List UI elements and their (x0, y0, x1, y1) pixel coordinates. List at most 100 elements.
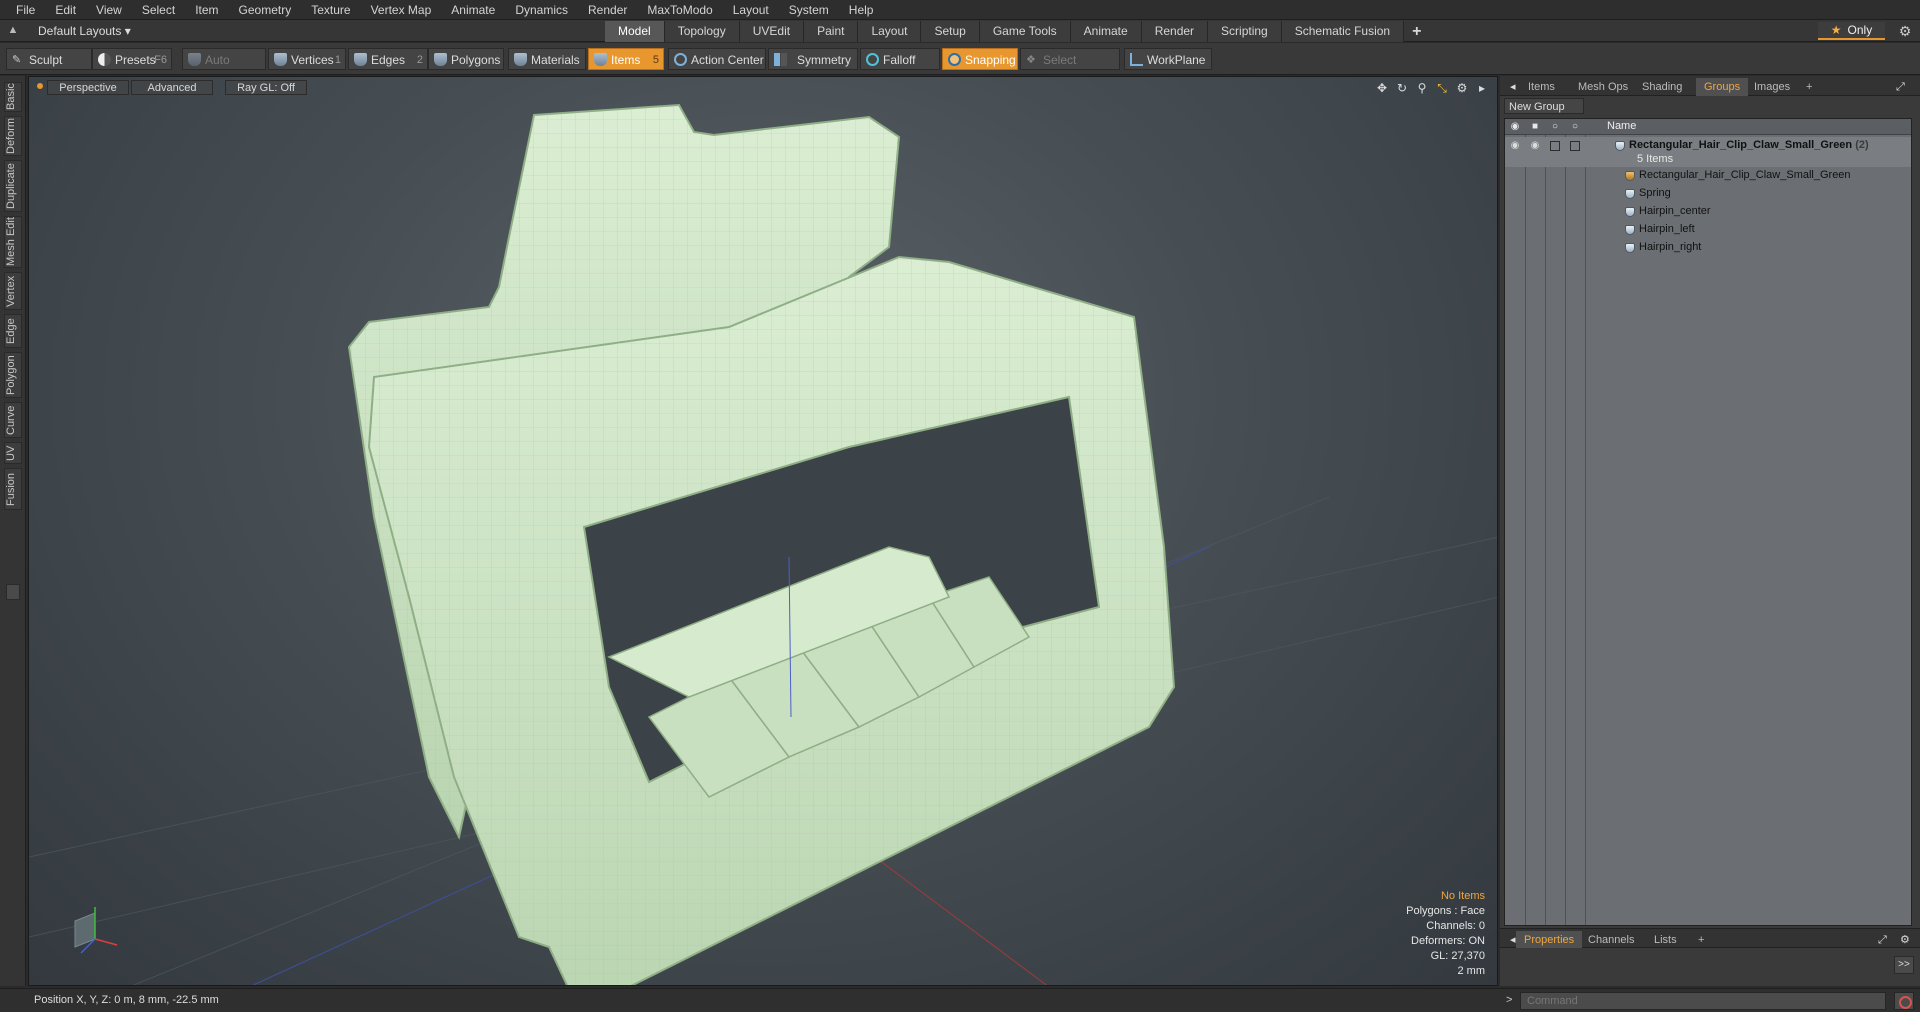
menu-item[interactable]: Item (185, 0, 228, 20)
visibility-column-icon[interactable]: ◉ (1509, 121, 1521, 133)
snapping-button[interactable]: Snapping (942, 48, 1018, 70)
symmetry-button[interactable]: Symmetry (768, 48, 858, 70)
tab-items[interactable]: Items (1520, 78, 1563, 96)
menu-texture[interactable]: Texture (301, 0, 360, 20)
menu-animate[interactable]: Animate (441, 0, 505, 20)
expand-icon[interactable]: ⤢ (1888, 78, 1913, 96)
tab-images[interactable]: Images (1746, 78, 1798, 96)
tab-deform[interactable]: Deform (4, 116, 22, 156)
menu-help[interactable]: Help (839, 0, 884, 20)
lock-checkbox[interactable] (1550, 141, 1560, 151)
viewport-gear-icon[interactable]: ⚙ (1455, 81, 1469, 95)
group-list[interactable]: ◉ ■ ○ ○ Name ◉ ◉ Rectangular_Hair_Clip_C… (1504, 118, 1912, 926)
3d-viewport[interactable]: Perspective Advanced Ray GL: Off ✥ ↻ ⚲ ⤡… (28, 76, 1498, 986)
tab-game-tools[interactable]: Game Tools (979, 21, 1071, 42)
menu-maxtomodo[interactable]: MaxToModo (637, 0, 722, 20)
tab-groups[interactable]: Groups (1696, 78, 1749, 96)
tab-animate[interactable]: Animate (1070, 21, 1142, 42)
command-history-icon[interactable]: > (1506, 994, 1512, 1006)
left-panel-toggle[interactable] (6, 584, 20, 600)
presets-button[interactable]: Presets F6 (92, 48, 172, 70)
list-item[interactable]: Hairpin_center (1505, 203, 1911, 221)
select-through-button[interactable]: ❖ Select Through (1020, 48, 1120, 89)
menu-dynamics[interactable]: Dynamics (505, 0, 578, 20)
tab-properties[interactable]: Properties (1516, 931, 1583, 949)
tab-shading[interactable]: Shading (1634, 78, 1690, 96)
viewport-menu-icon[interactable] (37, 83, 43, 89)
tab-edge[interactable]: Edge (4, 314, 22, 348)
tab-scripting[interactable]: Scripting (1208, 21, 1282, 42)
only-button[interactable]: ★ Only (1818, 22, 1885, 40)
tab-mesh-edit[interactable]: Mesh Edit (4, 216, 22, 268)
viewport-expand-icon[interactable]: ▸ (1475, 81, 1489, 95)
tab-duplicate[interactable]: Duplicate (4, 160, 22, 212)
add-properties-tab[interactable]: + (1690, 931, 1712, 949)
auto-select-button[interactable]: Auto Select (182, 48, 266, 89)
select-column-icon[interactable]: ○ (1569, 121, 1581, 133)
vertices-button[interactable]: Vertices 1 (268, 48, 346, 70)
menu-geometry[interactable]: Geometry (229, 0, 302, 20)
materials-button[interactable]: Materials (508, 48, 586, 70)
tab-render[interactable]: Render (1141, 21, 1209, 42)
tab-uv[interactable]: UV (4, 442, 22, 464)
tab-polygon[interactable]: Polygon (4, 352, 22, 398)
eye-icon[interactable]: ◉ (1509, 140, 1521, 152)
polygons-button[interactable]: Polygons (428, 48, 504, 70)
menu-view[interactable]: View (86, 0, 132, 20)
command-input[interactable] (1520, 992, 1886, 1010)
lock-column-icon[interactable]: ○ (1549, 121, 1561, 133)
menu-file[interactable]: File (6, 0, 45, 20)
shading-mode-button[interactable]: Advanced (131, 80, 213, 95)
record-icon[interactable] (1894, 992, 1914, 1010)
menu-system[interactable]: System (779, 0, 839, 20)
name-column-header[interactable]: Name (1607, 120, 1636, 132)
tab-lists[interactable]: Lists (1646, 931, 1685, 949)
workplane-button[interactable]: WorkPlane (1124, 48, 1212, 70)
view-type-button[interactable]: Perspective (47, 80, 129, 95)
select-checkbox[interactable] (1570, 141, 1580, 151)
rotate-icon[interactable]: ↻ (1395, 81, 1409, 95)
render-toggle-icon[interactable]: ◉ (1529, 140, 1541, 152)
tab-topology[interactable]: Topology (664, 21, 740, 42)
scene-canvas[interactable] (29, 77, 1498, 986)
menu-edit[interactable]: Edit (45, 0, 86, 20)
add-tab-icon[interactable]: + (1404, 21, 1429, 42)
tab-vertex[interactable]: Vertex (4, 272, 22, 310)
action-center-button[interactable]: Action Center (668, 48, 766, 70)
tab-basic[interactable]: Basic (4, 82, 22, 112)
tab-setup[interactable]: Setup (921, 21, 980, 42)
layout-collapse-icon[interactable]: ▲ (6, 24, 20, 38)
pan-icon[interactable]: ✥ (1375, 81, 1389, 95)
render-column-icon[interactable]: ■ (1529, 121, 1541, 133)
list-item[interactable]: Hairpin_left (1505, 221, 1911, 239)
tab-fusion[interactable]: Fusion (4, 468, 22, 510)
tab-model[interactable]: Model (605, 21, 665, 42)
fit-icon[interactable]: ⤡ (1435, 81, 1449, 95)
edges-button[interactable]: Edges 2 (348, 48, 428, 70)
expand-properties-button[interactable]: >> (1894, 956, 1914, 974)
tab-schematic-fusion[interactable]: Schematic Fusion (1281, 21, 1405, 42)
list-item[interactable]: Spring (1505, 185, 1911, 203)
tab-uvedit[interactable]: UVEdit (739, 21, 805, 42)
tab-paint[interactable]: Paint (804, 21, 859, 42)
items-button[interactable]: Items 5 (588, 48, 664, 70)
menu-vertex-map[interactable]: Vertex Map (361, 0, 442, 20)
gear-icon[interactable]: ⚙ (1896, 22, 1914, 40)
add-panel-tab[interactable]: + (1798, 78, 1820, 96)
list-item[interactable]: Hairpin_right (1505, 239, 1911, 257)
zoom-icon[interactable]: ⚲ (1415, 81, 1429, 95)
tab-curve[interactable]: Curve (4, 402, 22, 438)
menu-layout[interactable]: Layout (723, 0, 779, 20)
menu-select[interactable]: Select (132, 0, 185, 20)
list-item[interactable]: Rectangular_Hair_Clip_Claw_Small_Green (1505, 167, 1911, 185)
menu-render[interactable]: Render (578, 0, 637, 20)
raygl-button[interactable]: Ray GL: Off (225, 80, 307, 95)
sculpt-button[interactable]: ✎ Sculpt (6, 48, 92, 70)
falloff-button[interactable]: Falloff (860, 48, 940, 70)
new-group-button[interactable]: New Group (1504, 98, 1584, 114)
hair-clip-model[interactable] (347, 103, 1176, 986)
tab-mesh-ops[interactable]: Mesh Ops (1570, 78, 1636, 96)
gear-icon[interactable]: ⚙ (1892, 931, 1918, 949)
group-row[interactable]: ◉ ◉ Rectangular_Hair_Clip_Claw_Small_Gre… (1505, 137, 1911, 167)
tab-layout[interactable]: Layout (858, 21, 922, 42)
